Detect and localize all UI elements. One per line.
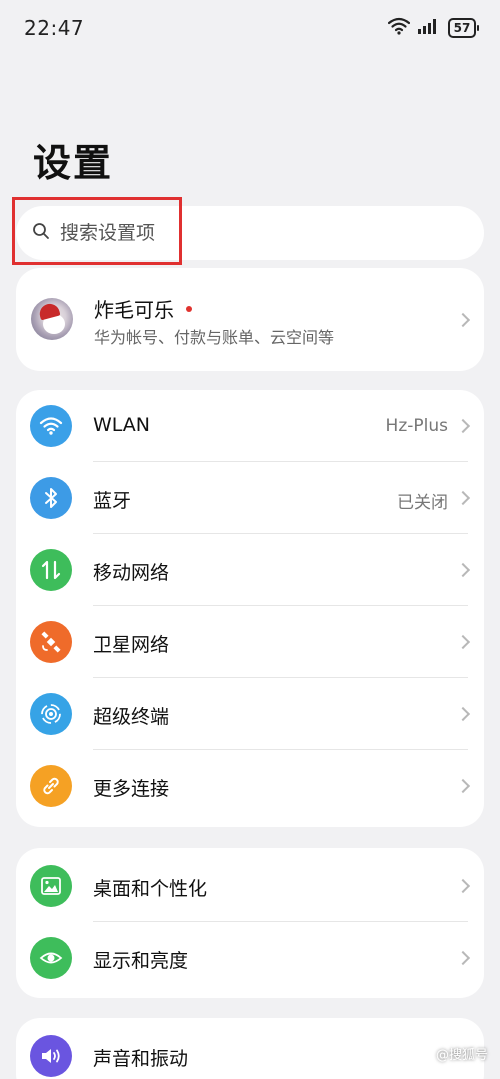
settings-item-sound-vibration[interactable]: 声音和振动	[16, 1020, 484, 1079]
wifi-icon	[30, 405, 72, 447]
settings-item-satellite-network[interactable]: 卫星网络	[16, 606, 484, 678]
settings-item-bluetooth[interactable]: 蓝牙 已关闭	[16, 462, 484, 534]
battery-icon: 57	[448, 18, 479, 38]
chevron-right-icon	[455, 562, 471, 578]
search-input[interactable]	[60, 222, 440, 244]
settings-item-label: 卫星网络	[93, 634, 170, 656]
settings-item-label: 移动网络	[93, 562, 170, 584]
wallpaper-icon	[30, 865, 72, 907]
satellite-icon	[30, 621, 72, 663]
settings-item-label: 声音和振动	[93, 1048, 189, 1070]
watermark: @搜狐号	[435, 1048, 488, 1063]
settings-item-label: 桌面和个性化	[93, 878, 208, 900]
super-device-icon	[30, 693, 72, 735]
notification-dot	[186, 305, 192, 312]
settings-item-home-screen[interactable]: 桌面和个性化	[16, 850, 484, 922]
settings-item-value: Hz-Plus	[385, 416, 448, 436]
account-name: 炸毛可乐	[94, 298, 174, 322]
settings-item-label: 更多连接	[93, 778, 170, 800]
status-icons: 57	[387, 17, 479, 39]
mobile-data-icon	[30, 549, 72, 591]
chevron-right-icon	[455, 418, 471, 434]
chevron-right-icon	[455, 878, 471, 894]
chevron-right-icon	[455, 490, 471, 506]
display-card: 桌面和个性化 显示和亮度	[16, 848, 484, 998]
chevron-right-icon	[455, 312, 471, 327]
status-bar: 22:47 57	[0, 0, 500, 60]
account-subtitle: 华为帐号、付款与账单、云空间等	[94, 328, 335, 347]
bluetooth-icon	[30, 477, 72, 519]
sound-card: 声音和振动	[16, 1018, 484, 1079]
settings-item-value: 已关闭	[397, 493, 448, 513]
settings-item-super-device[interactable]: 超级终端	[16, 678, 484, 750]
avatar	[31, 298, 73, 340]
account-card[interactable]: 炸毛可乐 华为帐号、付款与账单、云空间等	[16, 268, 484, 371]
chevron-right-icon	[455, 950, 471, 966]
settings-item-display-brightness[interactable]: 显示和亮度	[16, 922, 484, 994]
chevron-right-icon	[455, 706, 471, 722]
speaker-icon	[30, 1035, 72, 1077]
settings-item-mobile-network[interactable]: 移动网络	[16, 534, 484, 606]
settings-item-label: 超级终端	[93, 706, 170, 728]
settings-item-label: 显示和亮度	[93, 950, 189, 972]
settings-item-label: WLAN	[93, 414, 151, 436]
settings-item-wlan[interactable]: WLAN Hz-Plus	[16, 390, 484, 462]
eye-icon	[30, 937, 72, 979]
chevron-right-icon	[455, 634, 471, 650]
page-title: 设置	[33, 141, 114, 185]
status-time: 22:47	[24, 16, 85, 40]
link-icon	[30, 765, 72, 807]
settings-item-label: 蓝牙	[93, 490, 132, 512]
signal-icon	[418, 18, 440, 38]
search-icon	[32, 222, 50, 244]
wifi-status-icon	[387, 17, 411, 39]
chevron-right-icon	[455, 778, 471, 794]
network-card: WLAN Hz-Plus 蓝牙 已关闭 移动网络 卫星网络 超级终端 更多连接	[16, 390, 484, 827]
settings-item-more-connections[interactable]: 更多连接	[16, 750, 484, 822]
account-name-row: 炸毛可乐	[94, 294, 192, 323]
search-bar[interactable]	[16, 206, 484, 260]
